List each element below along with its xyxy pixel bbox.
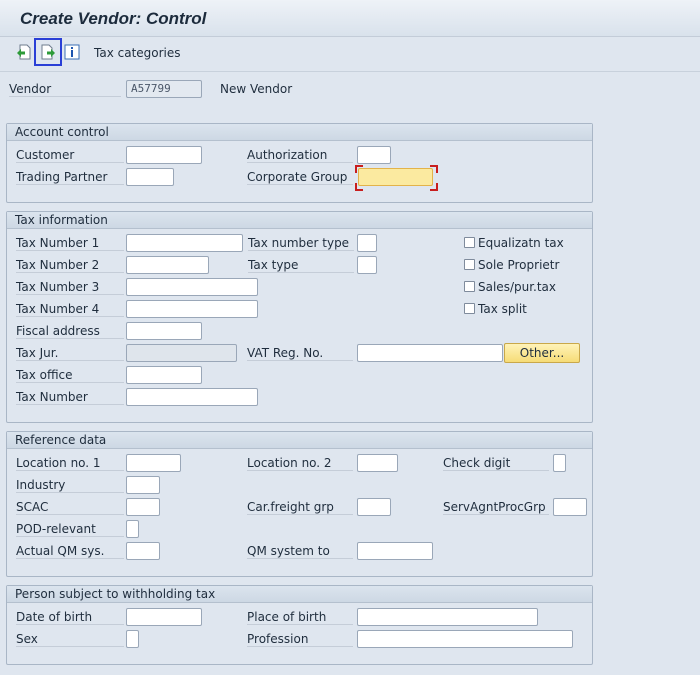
customer-field[interactable] bbox=[126, 146, 202, 164]
next-screen-icon[interactable] bbox=[34, 38, 62, 66]
pod-relevant-field[interactable] bbox=[126, 520, 139, 538]
tax-number-1-field[interactable] bbox=[126, 234, 243, 252]
tax-number-2-field[interactable] bbox=[126, 256, 209, 274]
tax-jur-label: Tax Jur. bbox=[16, 346, 124, 361]
tax-type-label: Tax type bbox=[248, 258, 354, 273]
sales-pur-tax-checkbox[interactable] bbox=[464, 281, 475, 292]
tax-information-title: Tax information bbox=[7, 212, 592, 229]
sex-label: Sex bbox=[16, 632, 124, 647]
focus-corner bbox=[430, 165, 438, 173]
location-no-1-field[interactable] bbox=[126, 454, 181, 472]
vendor-description: New Vendor bbox=[220, 82, 293, 96]
equalization-tax-label: Equalizatn tax bbox=[478, 236, 564, 250]
scac-field[interactable] bbox=[126, 498, 160, 516]
authorization-label: Authorization bbox=[247, 148, 353, 163]
focus-corner bbox=[355, 183, 363, 191]
tax-number-type-field[interactable] bbox=[357, 234, 377, 252]
profession-field[interactable] bbox=[357, 630, 573, 648]
sales-pur-tax-label: Sales/pur.tax bbox=[478, 280, 557, 294]
focus-corner bbox=[355, 165, 363, 173]
tax-office-label: Tax office bbox=[16, 368, 124, 383]
trading-partner-label: Trading Partner bbox=[16, 170, 124, 185]
location-no-1-label: Location no. 1 bbox=[16, 456, 124, 471]
tax-number-2-label: Tax Number 2 bbox=[16, 258, 124, 273]
tax-split-checkbox[interactable] bbox=[464, 303, 475, 314]
tax-number-type-label: Tax number type bbox=[248, 236, 354, 251]
check-digit-field[interactable] bbox=[553, 454, 566, 472]
withholding-tax-title: Person subject to withholding tax bbox=[7, 586, 592, 603]
sole-proprietor-label: Sole Proprietr bbox=[478, 258, 560, 272]
sex-field[interactable] bbox=[126, 630, 139, 648]
tax-number-4-label: Tax Number 4 bbox=[16, 302, 124, 317]
car-freight-grp-field[interactable] bbox=[357, 498, 391, 516]
tax-number-label: Tax Number bbox=[16, 390, 124, 405]
customer-label: Customer bbox=[16, 148, 124, 163]
window-title: Create Vendor: Control bbox=[20, 9, 207, 28]
serv-agnt-proc-grp-label: ServAgntProcGrp bbox=[443, 500, 549, 515]
tax-number-1-label: Tax Number 1 bbox=[16, 236, 124, 251]
place-of-birth-field[interactable] bbox=[357, 608, 538, 626]
vat-reg-no-field[interactable] bbox=[357, 344, 503, 362]
profession-label: Profession bbox=[247, 632, 353, 647]
date-of-birth-label: Date of birth bbox=[16, 610, 124, 625]
actual-qm-sys-label: Actual QM sys. bbox=[16, 544, 124, 559]
tax-type-field[interactable] bbox=[357, 256, 377, 274]
actual-qm-sys-field[interactable] bbox=[126, 542, 160, 560]
other-button[interactable]: Other... bbox=[504, 343, 580, 363]
authorization-field[interactable] bbox=[357, 146, 391, 164]
location-no-2-field[interactable] bbox=[357, 454, 398, 472]
date-of-birth-field[interactable] bbox=[126, 608, 202, 626]
fiscal-address-label: Fiscal address bbox=[16, 324, 124, 339]
tax-number-3-label: Tax Number 3 bbox=[16, 280, 124, 295]
check-digit-label: Check digit bbox=[443, 456, 549, 471]
scac-label: SCAC bbox=[16, 500, 124, 515]
toolbar: Tax categories bbox=[0, 37, 700, 72]
serv-agnt-proc-grp-field[interactable] bbox=[553, 498, 587, 516]
qm-system-to-field[interactable] bbox=[357, 542, 433, 560]
tax-number-3-field[interactable] bbox=[126, 278, 258, 296]
previous-screen-icon[interactable] bbox=[15, 43, 33, 61]
corporate-group-label: Corporate Group bbox=[247, 170, 353, 185]
location-no-2-label: Location no. 2 bbox=[247, 456, 353, 471]
account-control-title: Account control bbox=[7, 124, 592, 141]
qm-system-to-label: QM system to bbox=[247, 544, 353, 559]
industry-label: Industry bbox=[16, 478, 124, 493]
tax-number-4-field[interactable] bbox=[126, 300, 258, 318]
tax-number-field[interactable] bbox=[126, 388, 258, 406]
industry-field[interactable] bbox=[126, 476, 160, 494]
car-freight-grp-label: Car.freight grp bbox=[247, 500, 353, 515]
sole-proprietor-checkbox[interactable] bbox=[464, 259, 475, 270]
tax-jur-field bbox=[126, 344, 237, 362]
vendor-label: Vendor bbox=[9, 82, 121, 97]
corporate-group-field[interactable] bbox=[358, 168, 433, 186]
reference-data-title: Reference data bbox=[7, 432, 592, 449]
vat-reg-no-label: VAT Reg. No. bbox=[247, 346, 353, 361]
place-of-birth-label: Place of birth bbox=[247, 610, 353, 625]
trading-partner-field[interactable] bbox=[126, 168, 174, 186]
account-control-group: Account control bbox=[6, 123, 593, 203]
tax-categories-button[interactable]: Tax categories bbox=[94, 46, 181, 60]
title-bar: Create Vendor: Control bbox=[0, 0, 700, 37]
equalization-tax-checkbox[interactable] bbox=[464, 237, 475, 248]
vendor-number-field: A57799 bbox=[126, 80, 202, 98]
focus-corner bbox=[430, 183, 438, 191]
fiscal-address-field[interactable] bbox=[126, 322, 202, 340]
tax-office-field[interactable] bbox=[126, 366, 202, 384]
info-icon[interactable] bbox=[63, 43, 81, 61]
tax-split-label: Tax split bbox=[478, 302, 527, 316]
pod-relevant-label: POD-relevant bbox=[16, 522, 124, 537]
